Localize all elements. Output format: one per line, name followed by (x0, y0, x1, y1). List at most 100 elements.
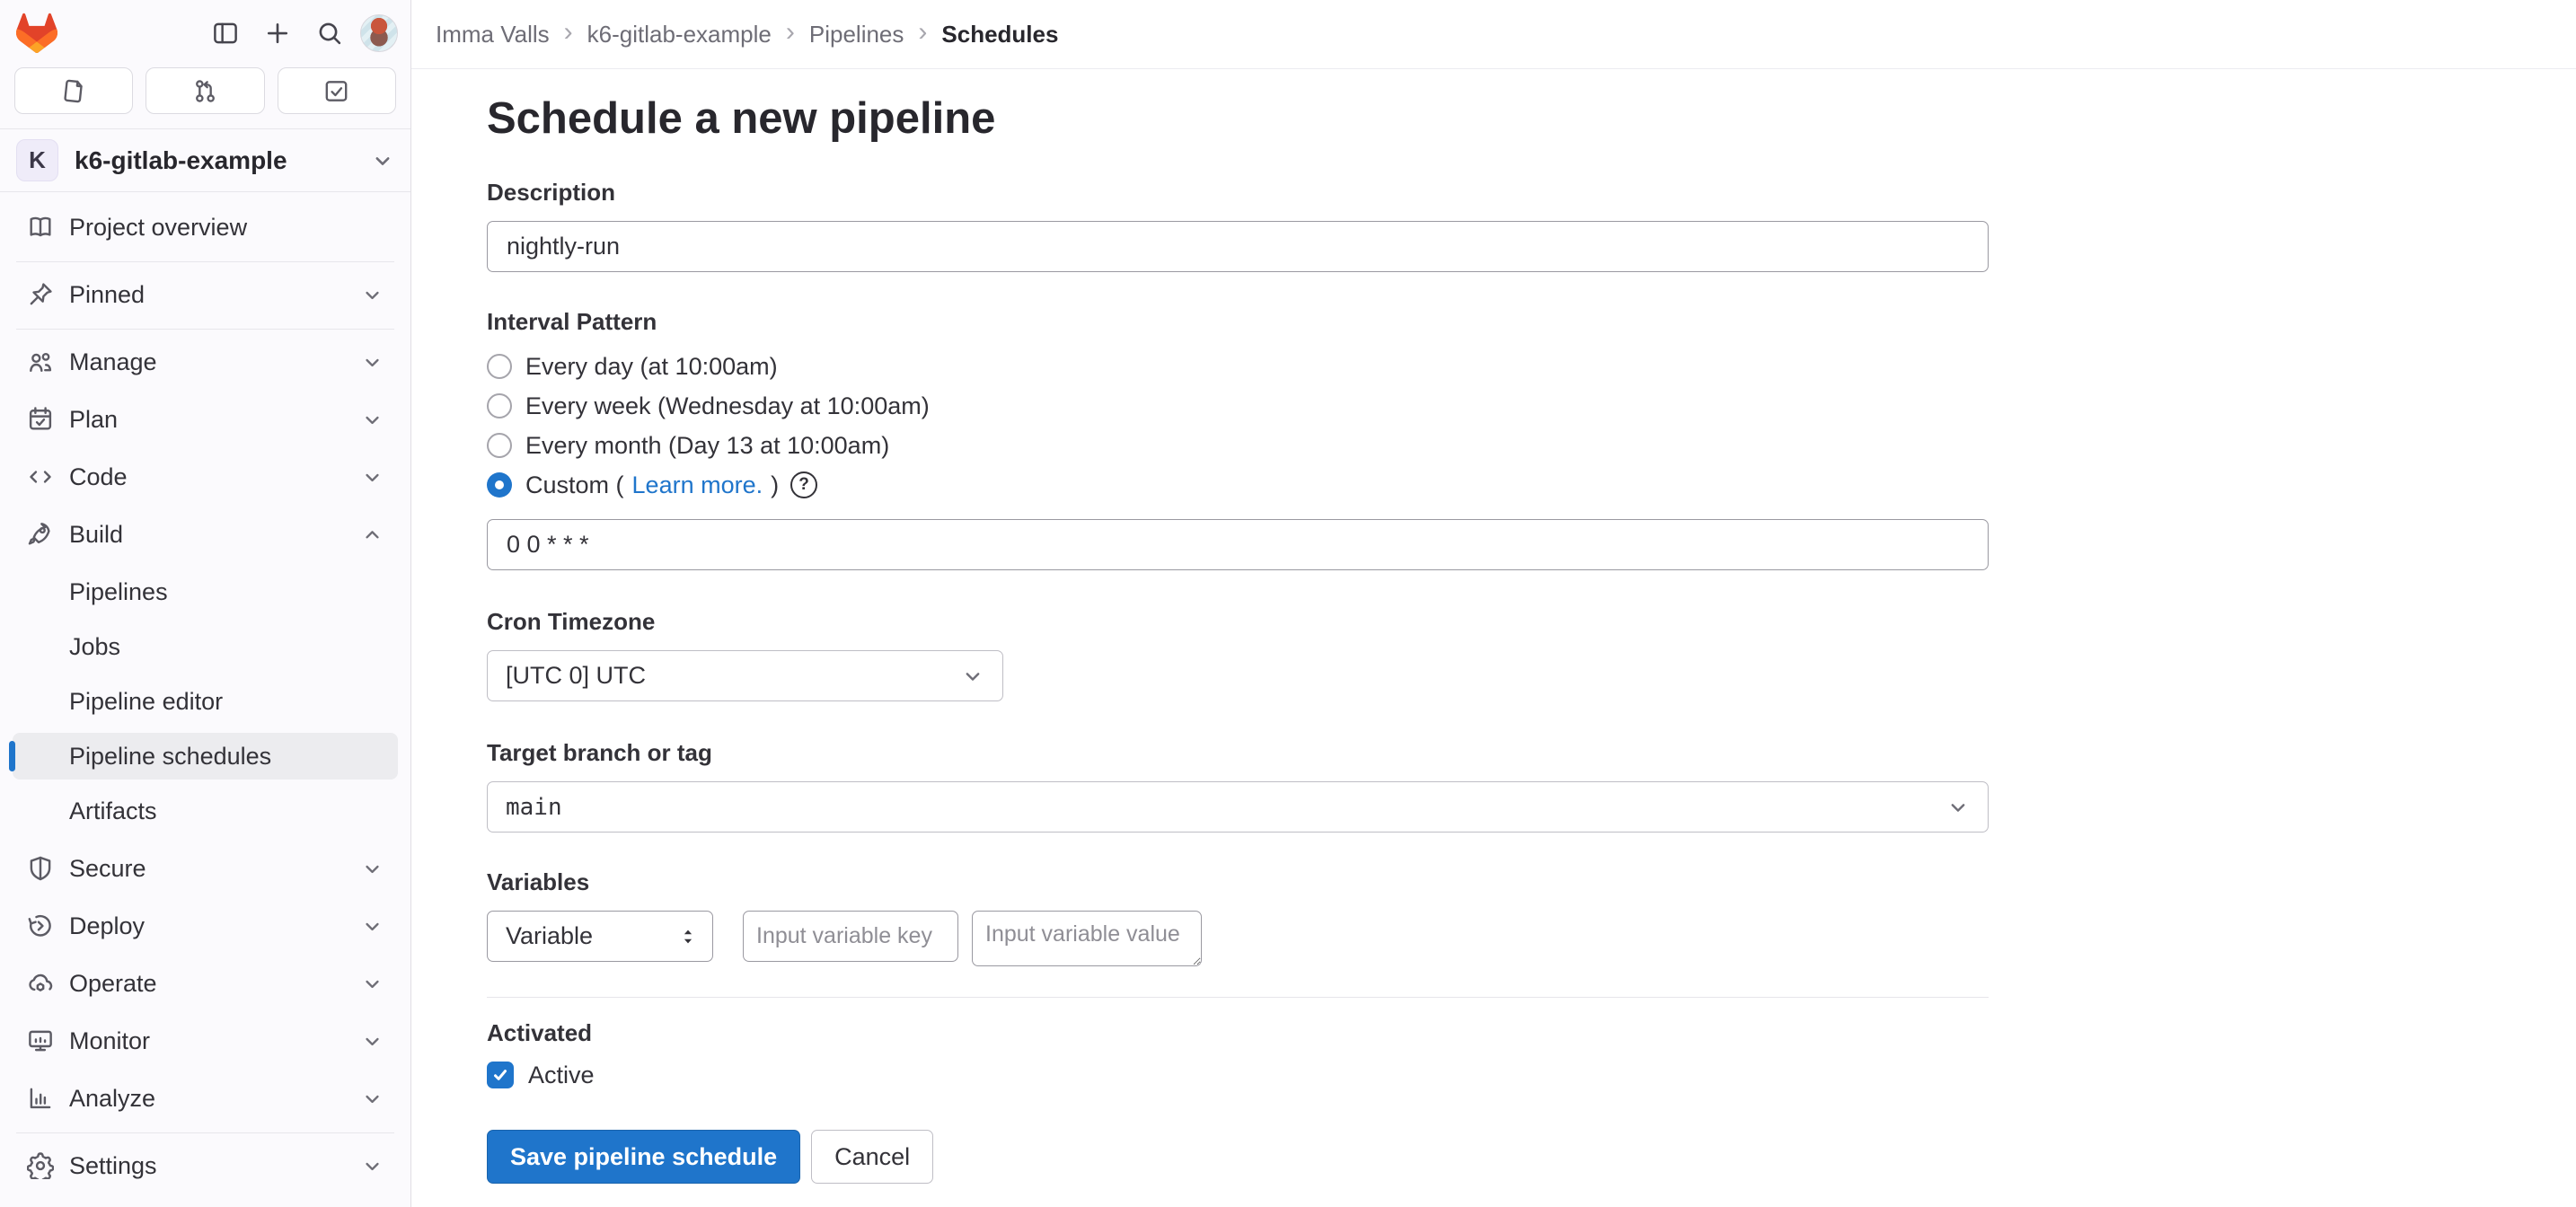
chevron-down-icon (361, 284, 384, 306)
sidebar-item-settings[interactable]: Settings (13, 1142, 398, 1189)
sidebar-item-label: Code (69, 463, 346, 491)
sidebar-item-label: Deploy (69, 912, 346, 940)
project-icon (27, 214, 54, 241)
radio-icon[interactable] (487, 393, 512, 418)
active-checkbox-row[interactable]: Active (487, 1060, 1990, 1090)
code-icon (27, 463, 54, 490)
chevron-up-icon (361, 524, 384, 546)
todo-check-icon (323, 78, 349, 104)
sidebar-item-label: Analyze (69, 1085, 346, 1113)
save-pipeline-schedule-button[interactable]: Save pipeline schedule (487, 1130, 800, 1184)
merge-requests-button[interactable] (146, 67, 264, 114)
section-divider (487, 997, 1989, 998)
radio-every-day[interactable]: Every day (at 10:00am) (487, 347, 1990, 386)
breadcrumb-separator: › (786, 19, 795, 49)
sidebar-item-pinned[interactable]: Pinned (13, 271, 398, 318)
form-actions: Save pipeline schedule Cancel (487, 1130, 1990, 1184)
sidebar-item-plan[interactable]: Plan (13, 396, 398, 443)
learn-more-link[interactable]: Learn more. (632, 471, 763, 499)
interval-pattern-label: Interval Pattern (487, 308, 1990, 336)
nav-divider (16, 1132, 394, 1133)
radio-every-month[interactable]: Every month (Day 13 at 10:00am) (487, 426, 1990, 465)
shortcut-pills (0, 66, 410, 129)
sidebar-item-label: Monitor (69, 1027, 346, 1055)
sidebar-item-label: Build (69, 521, 346, 549)
chevron-down-icon (361, 1155, 384, 1177)
issues-button[interactable] (14, 67, 133, 114)
sidebar-item-project-overview[interactable]: Project overview (13, 204, 398, 251)
breadcrumb-user[interactable]: Imma Valls (436, 21, 550, 48)
variable-key-input[interactable] (743, 911, 958, 962)
branch-dropdown[interactable]: main (487, 781, 1989, 833)
sidebar-item-code[interactable]: Code (13, 454, 398, 500)
sidebar-item-manage[interactable]: Manage (13, 339, 398, 385)
sidebar-item-analyze[interactable]: Analyze (13, 1075, 398, 1122)
sidebar-subitem-label: Jobs (69, 633, 120, 661)
project-avatar: K (16, 139, 58, 181)
chevron-down-icon (361, 351, 384, 374)
checkbox-checked-icon[interactable] (487, 1062, 514, 1088)
sidebar-item-monitor[interactable]: Monitor (13, 1018, 398, 1064)
radio-icon[interactable] (487, 433, 512, 458)
plus-icon[interactable] (256, 12, 299, 55)
timezone-value: [UTC 0] UTC (506, 662, 646, 690)
calendar-check-icon (27, 406, 54, 433)
sidebar-item-label: Manage (69, 348, 346, 376)
variable-type-value: Variable (506, 922, 593, 950)
sidebar-item-pipeline-editor[interactable]: Pipeline editor (13, 678, 398, 725)
chevron-down-icon (361, 1088, 384, 1110)
branch-value: main (506, 794, 562, 821)
sidebar-item-pipeline-schedules[interactable]: Pipeline schedules (13, 733, 398, 780)
sidebar-item-build[interactable]: Build (13, 511, 398, 558)
activated-label: Activated (487, 1019, 1990, 1047)
description-label: Description (487, 179, 1990, 207)
main-area: Imma Valls › k6-gitlab-example › Pipelin… (411, 0, 2576, 1207)
description-input[interactable] (487, 221, 1989, 272)
sidebar: K k6-gitlab-example Project overview Pin… (0, 0, 411, 1207)
schedule-form: Schedule a new pipeline Description Inte… (411, 69, 1990, 1184)
variable-value-input[interactable] (972, 911, 1202, 966)
search-icon[interactable] (308, 12, 351, 55)
sidebar-item-operate[interactable]: Operate (13, 960, 398, 1007)
users-icon (27, 348, 54, 375)
gear-icon (27, 1152, 54, 1179)
radio-icon[interactable] (487, 354, 512, 379)
project-switcher[interactable]: K k6-gitlab-example (0, 129, 410, 192)
deploy-icon (27, 912, 54, 939)
breadcrumb-schedules: Schedules (941, 21, 1058, 48)
sidebar-toggle-icon[interactable] (204, 12, 247, 55)
breadcrumb-pipelines[interactable]: Pipelines (809, 21, 904, 48)
chevron-down-icon (1946, 796, 1970, 819)
sidebar-subitem-label: Pipelines (69, 578, 168, 606)
user-avatar[interactable] (360, 14, 398, 52)
pin-icon (27, 281, 54, 308)
cron-pattern-input[interactable] (487, 519, 1989, 570)
breadcrumb-separator: › (918, 19, 927, 49)
project-name: k6-gitlab-example (75, 146, 355, 175)
sidebar-item-label: Plan (69, 406, 346, 434)
timezone-dropdown[interactable]: [UTC 0] UTC (487, 650, 1003, 701)
sidebar-item-deploy[interactable]: Deploy (13, 903, 398, 949)
radio-custom[interactable]: Custom ( Learn more. ) ? (487, 465, 1990, 505)
sidebar-item-label: Project overview (69, 214, 384, 242)
variables-label: Variables (487, 868, 1990, 896)
sidebar-item-artifacts[interactable]: Artifacts (13, 788, 398, 834)
cancel-button[interactable]: Cancel (811, 1130, 933, 1184)
sidebar-subitem-label: Pipeline editor (69, 688, 223, 716)
radio-every-week[interactable]: Every week (Wednesday at 10:00am) (487, 386, 1990, 426)
rocket-icon (27, 521, 54, 548)
variable-type-select[interactable]: Variable (487, 911, 713, 962)
variable-row: Variable (487, 911, 1990, 966)
gitlab-logo-icon[interactable] (16, 13, 57, 53)
chevron-down-icon (961, 665, 984, 688)
chevron-down-icon (361, 409, 384, 431)
sidebar-item-jobs[interactable]: Jobs (13, 623, 398, 670)
todo-button[interactable] (278, 67, 396, 114)
sidebar-item-secure[interactable]: Secure (13, 845, 398, 892)
radio-icon-selected[interactable] (487, 472, 512, 498)
breadcrumb-project[interactable]: k6-gitlab-example (587, 21, 772, 48)
sidebar-subitem-label: Pipeline schedules (69, 743, 271, 771)
sidebar-item-pipelines[interactable]: Pipelines (13, 568, 398, 615)
help-icon[interactable]: ? (790, 471, 817, 498)
nav-divider (16, 261, 394, 262)
